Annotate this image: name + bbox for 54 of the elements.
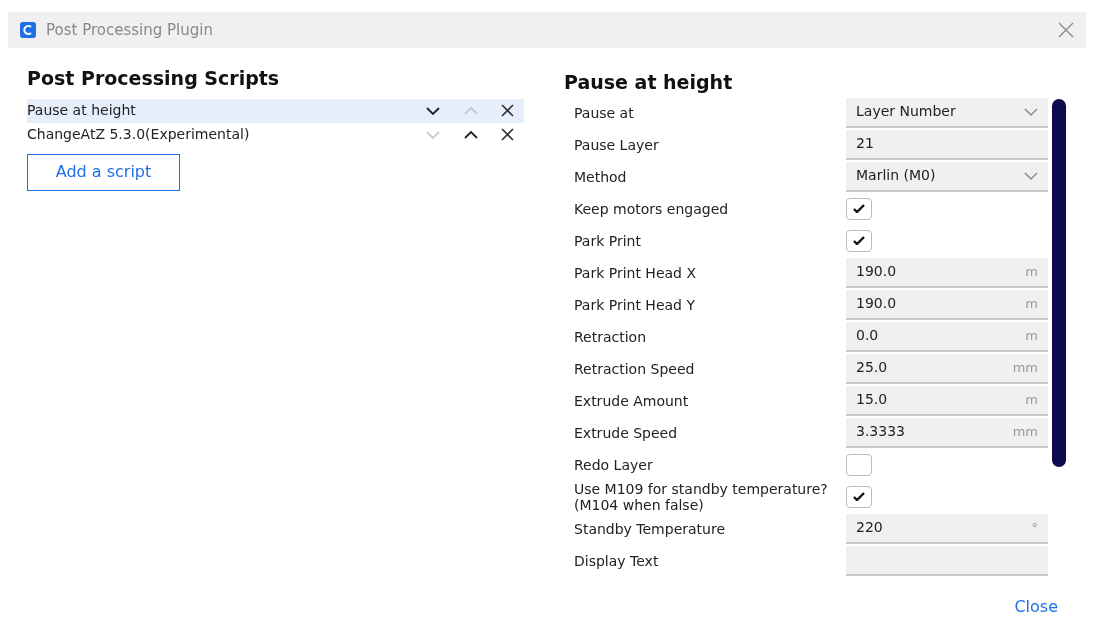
close-icon[interactable] (501, 104, 514, 117)
check-icon (853, 204, 865, 213)
unit-label: m (1025, 326, 1038, 345)
panel-heading: Post Processing Scripts (27, 66, 281, 91)
setting-label: Park Print Head X (573, 264, 697, 281)
unit-label: ° (1031, 518, 1038, 537)
close-icon[interactable] (501, 128, 514, 141)
dropdown[interactable]: Marlin (M0) (846, 161, 1048, 192)
settings-heading: Pause at height (564, 70, 734, 95)
input-field[interactable] (846, 545, 1048, 576)
input-field[interactable]: 190.0 m (846, 257, 1048, 288)
add-script-button[interactable]: Add a script (27, 153, 180, 191)
scrollbar-thumb[interactable] (1052, 98, 1066, 467)
unit-label: m (1025, 294, 1038, 313)
setting-label: Park Print Head Y (573, 296, 696, 313)
setting-label: Standby Temperature (573, 520, 727, 537)
setting-label: Extrude Amount (573, 392, 690, 409)
setting-label: Park Print (573, 232, 642, 249)
dropdown[interactable]: Layer Number (846, 97, 1048, 128)
checkbox[interactable] (846, 453, 872, 476)
setting-label: Display Text (573, 552, 660, 569)
script-item[interactable]: Pause at height (27, 98, 524, 123)
setting-label: Redo Layer (573, 456, 654, 473)
move-down-icon[interactable] (425, 105, 441, 116)
close-button[interactable]: Close (1014, 595, 1058, 619)
setting-label: Pause at (573, 104, 635, 121)
input-field[interactable]: 0.0 m (846, 321, 1048, 352)
setting-label: Pause Layer (573, 136, 660, 153)
input-field[interactable]: 3.3333 mm (846, 417, 1048, 448)
input-field[interactable]: 25.0 mm (846, 353, 1048, 384)
setting-label: Retraction (573, 328, 648, 345)
unit-label: m (1025, 390, 1038, 409)
unit-label: mm (1012, 358, 1038, 377)
setting-label: Use M109 for standby temperature? (M104 when false) (573, 480, 829, 513)
chevron-down-icon (1024, 107, 1038, 116)
app-icon (20, 22, 36, 38)
window-title: Post Processing Plugin (46, 19, 213, 41)
setting-label: Extrude Speed (573, 424, 679, 441)
input-field[interactable]: 15.0 m (846, 385, 1048, 416)
check-icon (853, 492, 865, 501)
setting-label: Method (573, 168, 628, 185)
checkbox[interactable] (846, 485, 872, 508)
input-field[interactable]: 190.0 m (846, 289, 1048, 320)
input-field[interactable]: 21 (846, 129, 1048, 160)
checkbox[interactable] (846, 229, 872, 252)
setting-label: Keep motors engaged (573, 200, 730, 217)
input-field[interactable]: 220 ° (846, 513, 1048, 544)
checkbox[interactable] (846, 197, 872, 220)
unit-label: mm (1012, 422, 1038, 441)
chevron-down-icon (1024, 171, 1038, 180)
check-icon (853, 236, 865, 245)
move-up-icon[interactable] (463, 129, 479, 140)
setting-label: Retraction Speed (573, 360, 696, 377)
unit-label: m (1025, 262, 1038, 281)
